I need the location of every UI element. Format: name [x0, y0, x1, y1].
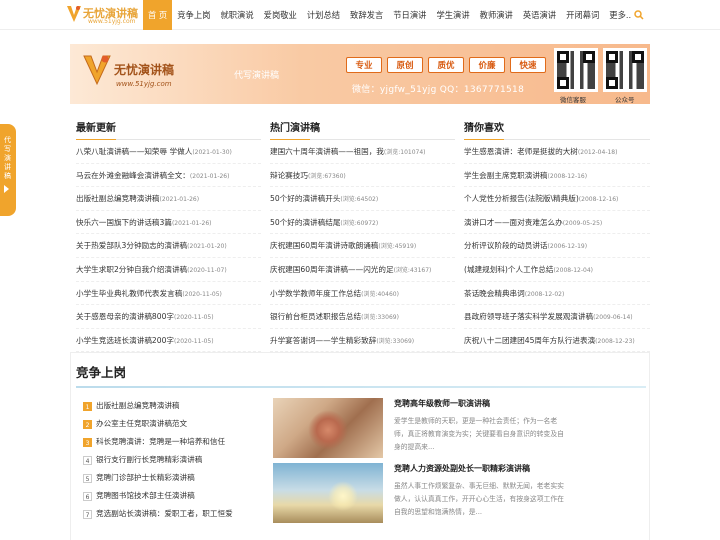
section-title[interactable]: 竞争上岗	[76, 362, 126, 381]
list-item[interactable]: 1 出版社副总编竞聘演讲稿	[83, 397, 263, 415]
nav-item-plans[interactable]: 计划总结	[302, 0, 345, 30]
banner-contact: 微信：yjgfw_51yjg QQ：1367771518	[352, 85, 525, 95]
nav-item-speeches[interactable]: 致辞发言	[345, 0, 388, 30]
list-item[interactable]: 5 竞聘门诊部护士长精彩演讲稿	[83, 469, 263, 487]
section-divider	[76, 386, 646, 388]
article-card: 竞聘高年级教师一职演讲稿 爱学生是教师的天职，更是一种社会责任；作为一名老师，真…	[394, 398, 569, 454]
nav-item-english[interactable]: 英语演讲	[518, 0, 561, 30]
list-item[interactable]: 庆祝八十二团建团45周年方队行进表演(2008-12-23)	[464, 329, 650, 353]
rank-number: 2	[83, 419, 92, 429]
latest-title: 最新更新	[76, 118, 261, 140]
list-item[interactable]: 4 银行支行副行长竞聘精彩演讲稿	[83, 451, 263, 469]
article-thumbnail[interactable]	[273, 463, 383, 523]
article-summary: 爱学生是教师的天职，更是一种社会责任；作为一名老师，真正将教育演变为实；关键要看…	[394, 417, 564, 451]
nav-item-competition[interactable]: 竞争上岗	[172, 0, 215, 30]
qr-label-service: 微信客服	[560, 96, 586, 104]
list-item[interactable]: 茶话晚会精典串词(2008-12-02)	[464, 282, 650, 306]
rank-number: 4	[83, 455, 92, 465]
banner-tag: 快速	[510, 57, 546, 73]
rank-number: 3	[83, 437, 92, 447]
list-item[interactable]: (城建规划科)个人工作总结(2008-12-04)	[464, 258, 650, 282]
logo-v-icon	[67, 6, 81, 22]
list-item[interactable]: 关于感恩母亲的演讲稿800字(2020-11-05)	[76, 305, 261, 329]
list-item[interactable]: 关于热爱部队3分钟励志的演讲稿(2021-01-20)	[76, 234, 261, 258]
nav-home[interactable]: 首 页	[143, 0, 173, 30]
article-card: 竞聘人力资源处副处长一职精彩演讲稿 虽然人事工作烦繁复杂、事无巨细、默默无闻，老…	[394, 463, 569, 519]
banner-tag: 质优	[428, 57, 464, 73]
list-item[interactable]: 县政府领导班子落实科学发展观演讲稿(2009-06-14)	[464, 305, 650, 329]
article-thumbnail[interactable]	[273, 398, 383, 458]
list-item[interactable]: 6 竞聘图书馆技术部主任演讲稿	[83, 487, 263, 505]
list-item[interactable]: 学生会副主席竞职演讲稿(2008-12-16)	[464, 164, 650, 188]
banner-logo-icon	[83, 55, 111, 86]
hot-title: 热门演讲稿	[270, 118, 455, 140]
list-item[interactable]: 2 办公室主任竞职演讲稿范文	[83, 415, 263, 433]
side-service-tab[interactable]: 代写演讲稿	[0, 124, 16, 216]
guess-column: 猜你喜欢 学生感恩演讲：老师是挺拔的大树(2012-04-18) 学生会副主席竞…	[464, 118, 650, 353]
list-item[interactable]: 银行前台柜员述职报告总结(浏览:33069)	[270, 305, 455, 329]
guess-title: 猜你喜欢	[464, 118, 650, 140]
nav-item-inaugural[interactable]: 就职演说	[215, 0, 258, 30]
list-item[interactable]: 3 科长竞聘演讲：竞聘是一种培养和信任	[83, 433, 263, 451]
list-item[interactable]: 庆祝建国60周年演讲稿——闪光的足(浏览:43167)	[270, 258, 455, 282]
banner-tag: 价廉	[469, 57, 505, 73]
hot-column: 热门演讲稿 建国六十周年演讲稿——祖国，我(浏览:101074) 辩论赛技巧(浏…	[270, 118, 455, 353]
qr-label-account: 公众号	[615, 96, 635, 104]
rank-list: 1 出版社副总编竞聘演讲稿 2 办公室主任竞职演讲稿范文 3 科长竞聘演讲：竞聘是一种…	[83, 397, 263, 523]
guess-list: 学生感恩演讲：老师是挺拔的大树(2012-04-18) 学生会副主席竞职演讲稿(…	[464, 140, 650, 353]
play-icon	[4, 185, 9, 193]
nav-item-dedication[interactable]: 爱岗敬业	[259, 0, 302, 30]
list-item[interactable]: 50个好的演讲稿结尾(浏览:60972)	[270, 211, 455, 235]
nav-item-more[interactable]: 更多..	[604, 0, 636, 30]
list-item[interactable]: 建国六十周年演讲稿——祖国，我(浏览:101074)	[270, 140, 455, 164]
rank-number: 1	[83, 401, 92, 411]
site-header: 无忧演讲稿 www.51yjg.com 首 页 竞争上岗 就职演说 爱岗敬业 计…	[0, 0, 720, 30]
main-nav: 首 页 竞争上岗 就职演说 爱岗敬业 计划总结 致辞发言 节日演讲 学生演讲 教…	[143, 0, 636, 30]
list-item[interactable]: 庆祝建国60周年演讲诗歌朗诵稿(浏览:45919)	[270, 234, 455, 258]
competition-section: 竞争上岗 1 出版社副总编竞聘演讲稿 2 办公室主任竞职演讲稿范文 3 科长竞聘演讲：…	[70, 352, 650, 540]
site-logo[interactable]: 无忧演讲稿 www.51yjg.com	[66, 3, 142, 27]
article-title[interactable]: 竞聘高年级教师一职演讲稿	[394, 398, 569, 409]
banner-tag: 专业	[346, 57, 382, 73]
list-item[interactable]: 7 竞选副站长演讲稿：爱职工者，职工恒爱	[83, 505, 263, 523]
nav-item-holiday[interactable]: 节日演讲	[388, 0, 431, 30]
banner-slogan: 代写演讲稿	[234, 71, 280, 81]
article-title[interactable]: 竞聘人力资源处副处长一职精彩演讲稿	[394, 463, 569, 474]
list-item[interactable]: 八荣八耻演讲稿——知荣辱 学做人(2021-01-30)	[76, 140, 261, 164]
wechat-qr-icon	[554, 48, 598, 92]
ad-banner[interactable]: 无忧演讲稿 www.51yjg.com 代写演讲稿 专业 原创 质优 价廉 快速…	[70, 44, 650, 104]
banner-tag: 原创	[387, 57, 423, 73]
hot-list: 建国六十周年演讲稿——祖国，我(浏览:101074) 辩论赛技巧(浏览:6736…	[270, 140, 455, 353]
list-item[interactable]: 小学生竞选班长演讲稿200字(2020-11-05)	[76, 329, 261, 353]
article-summary: 虽然人事工作烦繁复杂、事无巨细、默默无闻，老老实实做人，认认真真工作，开开心心生…	[394, 482, 564, 516]
list-item[interactable]: 出版社副总编竞聘演讲稿(2021-01-26)	[76, 187, 261, 211]
banner-tags: 专业 原创 质优 价廉 快速	[346, 57, 546, 73]
list-item[interactable]: 小学生毕业典礼教师代表发言稿(2020-11-05)	[76, 282, 261, 306]
list-item[interactable]: 学生感恩演讲：老师是挺拔的大树(2012-04-18)	[464, 140, 650, 164]
list-item[interactable]: 升学宴答谢词——学生精彩致辞(浏览:33069)	[270, 329, 455, 353]
side-tab-label: 代写演讲稿	[4, 136, 11, 180]
list-item[interactable]: 马云在外滩金融峰会演讲稿全文：(2021-01-26)	[76, 164, 261, 188]
search-icon[interactable]	[634, 10, 644, 20]
banner-url: www.51yjg.com	[116, 80, 172, 88]
latest-list: 八荣八耻演讲稿——知荣辱 学做人(2021-01-30) 马云在外滩金融峰会演讲…	[76, 140, 261, 353]
official-account-qr-icon	[603, 48, 647, 92]
logo-url: www.51yjg.com	[88, 18, 136, 25]
list-item[interactable]: 分析评议阶段的动员讲话(2006-12-19)	[464, 234, 650, 258]
list-item[interactable]: 快乐六一国旗下的讲话稿3篇(2021-01-26)	[76, 211, 261, 235]
list-item[interactable]: 个人党性分析报告(法院版\精典版)(2008-12-16)	[464, 187, 650, 211]
list-item[interactable]: 小学数学教师年度工作总结(浏览:40460)	[270, 282, 455, 306]
latest-column: 最新更新 八荣八耻演讲稿——知荣辱 学做人(2021-01-30) 马云在外滩金…	[76, 118, 261, 353]
rank-number: 5	[83, 473, 92, 483]
list-item[interactable]: 50个好的演讲稿开头(浏览:64502)	[270, 187, 455, 211]
rank-number: 6	[83, 491, 92, 501]
banner-name: 无忧演讲稿	[114, 63, 175, 77]
nav-item-ceremony[interactable]: 开闭幕词	[561, 0, 604, 30]
rank-number: 7	[83, 509, 92, 519]
list-item[interactable]: 辩论赛技巧(浏览:67360)	[270, 164, 455, 188]
nav-item-student[interactable]: 学生演讲	[431, 0, 474, 30]
list-item[interactable]: 大学生求职2分钟自我介绍演讲稿(2020-11-07)	[76, 258, 261, 282]
nav-item-teacher[interactable]: 教师演讲	[475, 0, 518, 30]
list-item[interactable]: 演讲口才——面对责难怎么办(2009-05-25)	[464, 211, 650, 235]
